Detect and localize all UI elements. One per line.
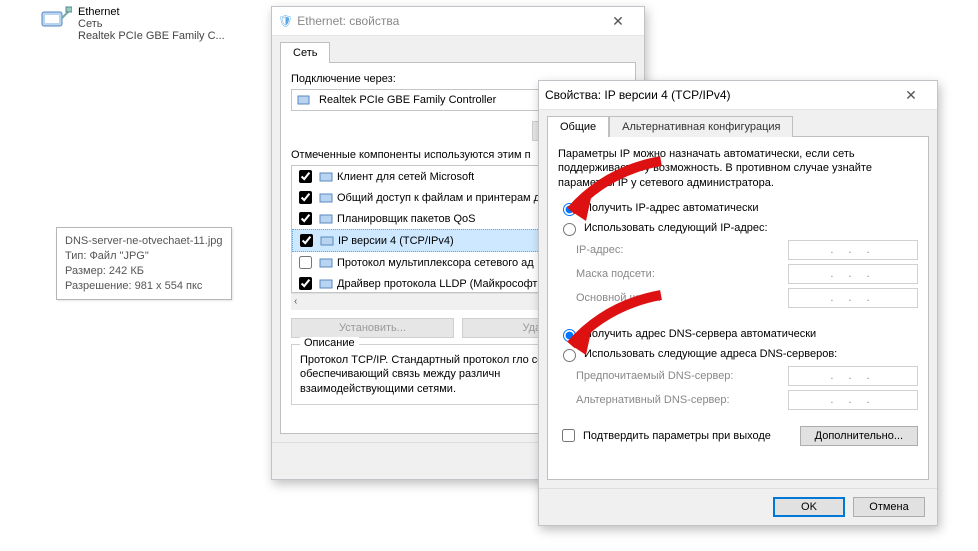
tab-general[interactable]: Общие <box>547 116 609 137</box>
ipv4-properties-dialog: Свойства: IP версии 4 (TCP/IPv4) ✕ Общие… <box>538 80 938 526</box>
adapter-name: Realtek PCIe GBE Family Controller <box>319 94 496 106</box>
component-label: IP версии 4 (TCP/IPv4) <box>338 235 454 247</box>
component-label: Драйвер протокола LLDP (Майкрософт <box>337 278 537 290</box>
cancel-button[interactable]: Отмена <box>853 497 925 517</box>
titlebar[interactable]: 🛡 Ethernet: свойства ✕ <box>272 7 644 36</box>
close-icon[interactable]: ✕ <box>891 81 931 109</box>
radio-manual-ip-input[interactable] <box>563 223 576 236</box>
window-title: Ethernet: свойства <box>297 14 399 28</box>
ok-button[interactable]: OK <box>773 497 845 517</box>
radio-manual-dns-label: Использовать следующие адреса DNS-сервер… <box>584 348 837 360</box>
component-icon <box>319 170 333 184</box>
nic-small-icon <box>297 93 313 107</box>
advanced-button[interactable]: Дополнительно... <box>800 426 918 446</box>
component-checkbox[interactable] <box>299 277 312 290</box>
shield-icon: 🛡 <box>278 14 293 28</box>
component-icon <box>319 191 333 205</box>
tooltip-size: Размер: 242 КБ <box>65 264 223 279</box>
component-checkbox[interactable] <box>299 212 312 225</box>
network-adapter-item[interactable]: Ethernet Сеть Realtek PCIe GBE Family C.… <box>40 6 225 42</box>
intro-text: Параметры IP можно назначать автоматичес… <box>558 147 918 190</box>
radio-manual-dns[interactable]: Использовать следующие адреса DNS-сервер… <box>558 346 918 362</box>
component-checkbox[interactable] <box>300 234 313 247</box>
radio-manual-ip-label: Использовать следующий IP-адрес: <box>584 222 768 234</box>
component-checkbox[interactable] <box>299 170 312 183</box>
tooltip-dim: Разрешение: 981 x 554 пкс <box>65 279 223 294</box>
file-tooltip: DNS-server-ne-otvechaet-11.jpg Тип: Файл… <box>56 227 232 300</box>
radio-auto-ip-label: Получить IP-адрес автоматически <box>584 202 758 214</box>
radio-auto-ip[interactable]: Получить IP-адрес автоматически <box>558 200 918 216</box>
titlebar[interactable]: Свойства: IP версии 4 (TCP/IPv4) ✕ <box>539 81 937 110</box>
component-icon <box>319 256 333 270</box>
adapter-title: Ethernet <box>78 6 225 18</box>
radio-manual-ip[interactable]: Использовать следующий IP-адрес: <box>558 220 918 236</box>
component-icon <box>320 234 334 248</box>
dns2-label: Альтернативный DNS-сервер: <box>576 394 780 406</box>
component-label: Планировщик пакетов QoS <box>337 213 476 225</box>
dns1-label: Предпочитаемый DNS-сервер: <box>576 370 780 382</box>
description-legend: Описание <box>300 337 359 349</box>
dns2-input[interactable]: . . . <box>788 390 918 410</box>
component-icon <box>319 277 333 291</box>
ip-address-label: IP-адрес: <box>576 244 780 256</box>
component-checkbox[interactable] <box>299 256 312 269</box>
adapter-sub1: Сеть <box>78 18 225 30</box>
adapter-sub2: Realtek PCIe GBE Family C... <box>78 30 225 42</box>
dns1-input[interactable]: . . . <box>788 366 918 386</box>
subnet-mask-input[interactable]: . . . <box>788 264 918 284</box>
radio-auto-dns-label: Получить адрес DNS-сервера автоматически <box>584 328 816 340</box>
tab-alt-config[interactable]: Альтернативная конфигурация <box>609 116 793 137</box>
window-title: Свойства: IP версии 4 (TCP/IPv4) <box>545 88 731 102</box>
component-icon <box>319 212 333 226</box>
component-label: Общий доступ к файлам и принтерам д <box>337 192 540 204</box>
radio-auto-dns-input[interactable] <box>563 329 576 342</box>
install-button[interactable]: Установить... <box>291 318 454 338</box>
gateway-input[interactable]: . . . <box>788 288 918 308</box>
confirm-checkbox[interactable] <box>562 429 575 442</box>
close-icon[interactable]: ✕ <box>598 7 638 35</box>
tooltip-filename: DNS-server-ne-otvechaet-11.jpg <box>65 234 223 249</box>
component-label: Протокол мультиплексора сетевого ад <box>337 257 534 269</box>
radio-auto-dns[interactable]: Получить адрес DNS-сервера автоматически <box>558 326 918 342</box>
radio-auto-ip-input[interactable] <box>563 203 576 216</box>
component-label: Клиент для сетей Microsoft <box>337 171 474 183</box>
tooltip-type: Тип: Файл "JPG" <box>65 249 223 264</box>
gateway-label: Основной шлюз: <box>576 292 780 304</box>
subnet-mask-label: Маска подсети: <box>576 268 780 280</box>
network-adapter-icon <box>40 6 72 34</box>
confirm-label: Подтвердить параметры при выходе <box>583 430 771 442</box>
component-checkbox[interactable] <box>299 191 312 204</box>
tab-network[interactable]: Сеть <box>280 42 330 63</box>
radio-manual-dns-input[interactable] <box>563 349 576 362</box>
ip-address-input[interactable]: . . . <box>788 240 918 260</box>
